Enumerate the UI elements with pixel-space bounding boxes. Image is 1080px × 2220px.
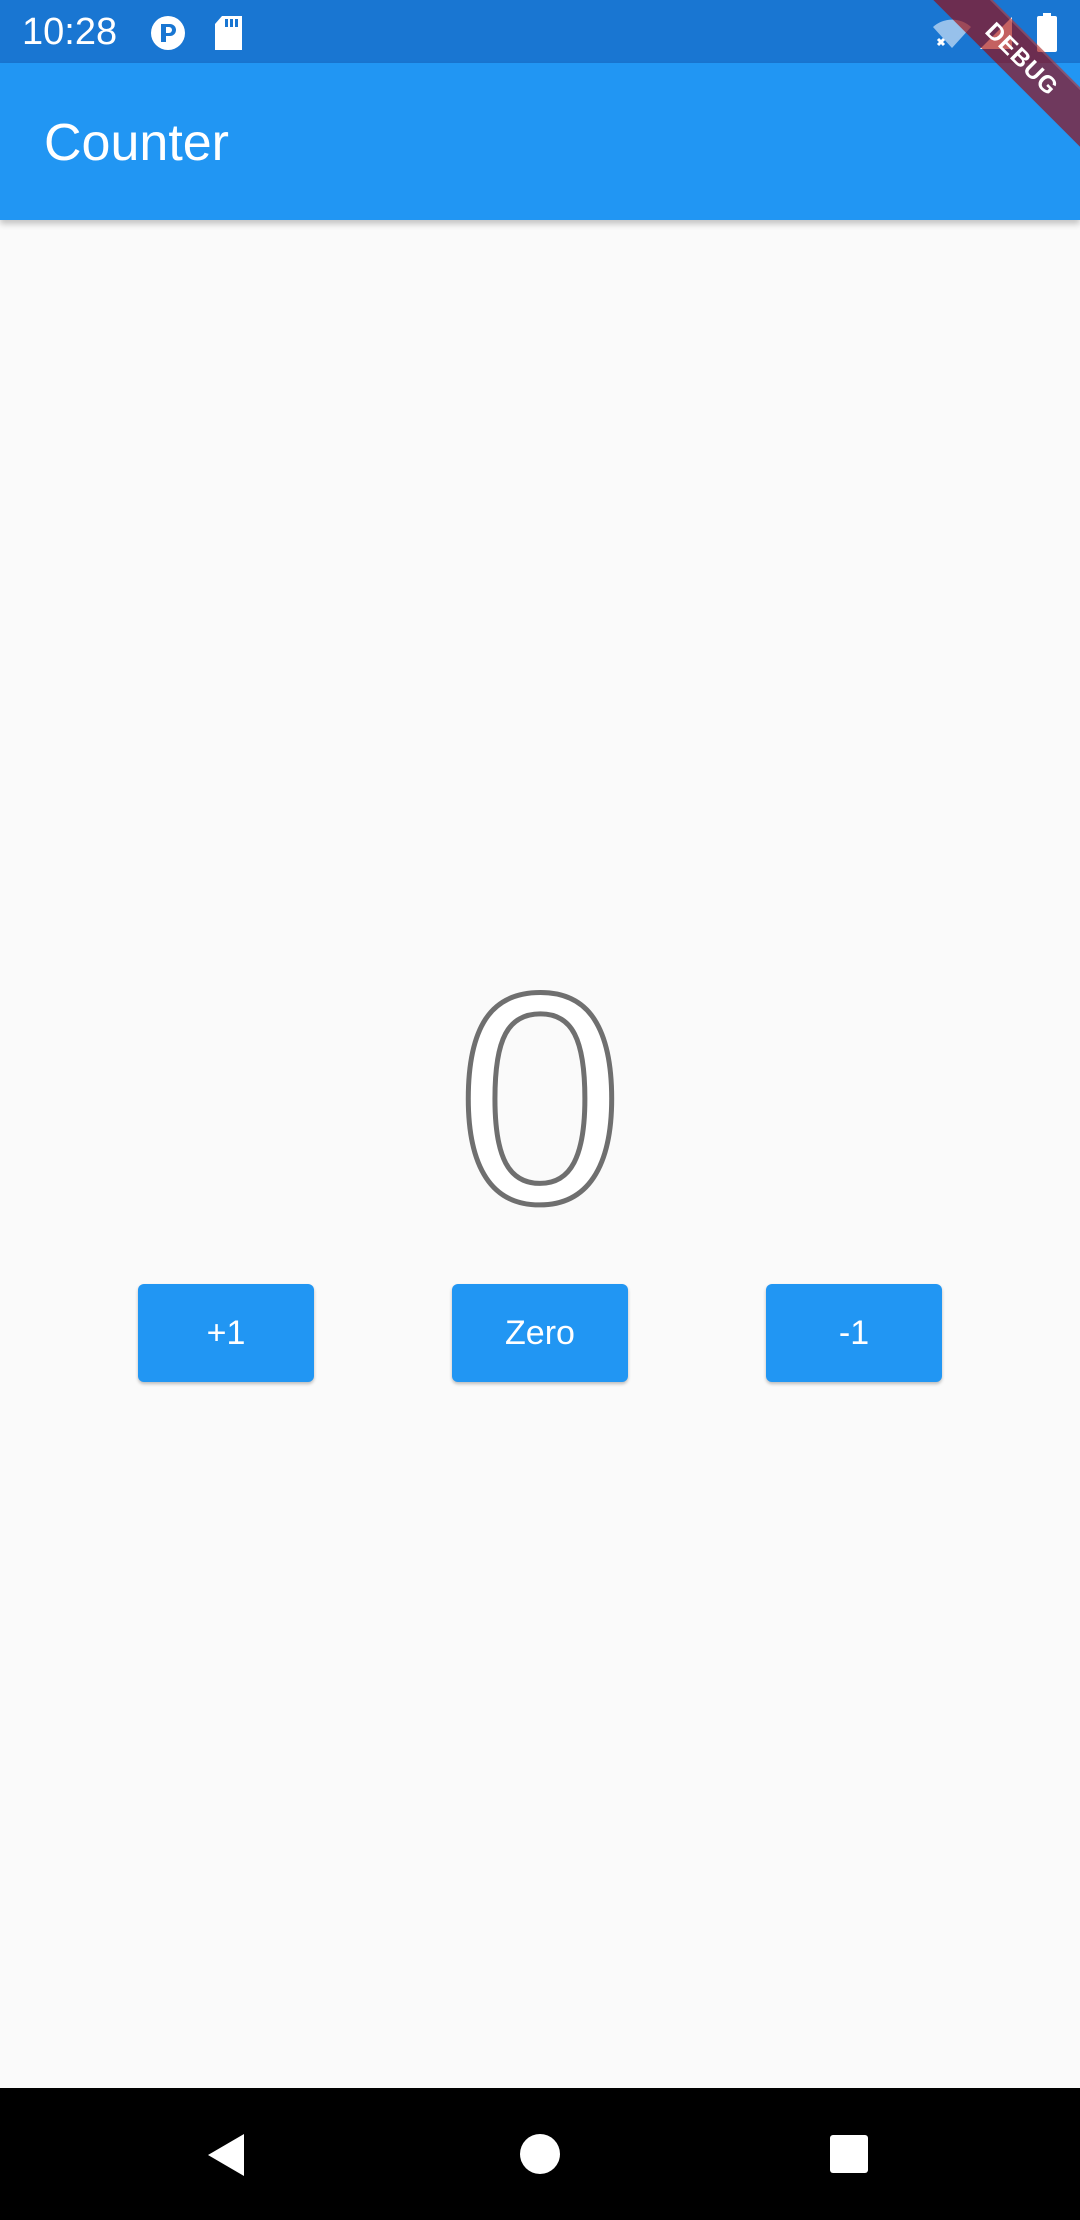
sd-card-icon [215,16,242,50]
reset-button[interactable]: Zero [452,1284,628,1382]
increment-button[interactable]: +1 [138,1284,314,1382]
decrement-button[interactable]: -1 [766,1284,942,1382]
signal-icon [980,17,1012,49]
navigation-bar [0,2088,1080,2220]
main-content: 0 +1 Zero -1 [0,220,1080,2088]
home-icon[interactable] [519,2133,561,2175]
status-time: 10:28 [22,11,118,53]
back-icon[interactable] [206,2132,246,2178]
wifi-icon [933,19,971,48]
recents-icon[interactable] [829,2134,869,2174]
app-notification-icon [151,16,185,50]
counter-value: 0 [454,930,626,1266]
battery-icon [1037,13,1057,52]
app-bar: Counter [0,63,1080,220]
app-title: Counter [44,114,229,172]
status-bar: 10:28 [0,0,1080,63]
